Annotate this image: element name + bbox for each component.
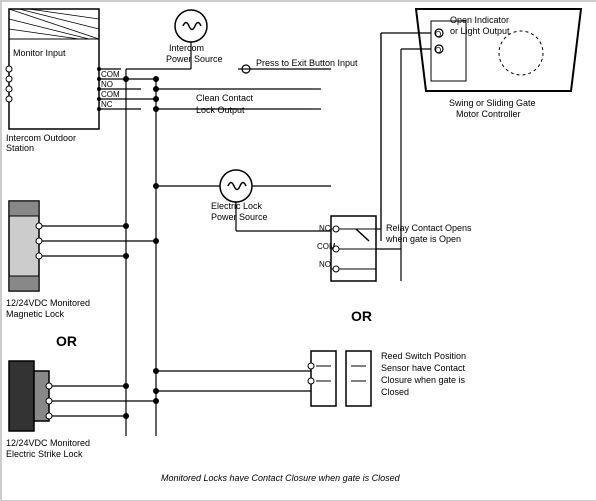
svg-text:Motor Controller: Motor Controller (456, 109, 521, 119)
svg-text:when gate is Open: when gate is Open (385, 234, 461, 244)
svg-text:NC: NC (101, 100, 113, 109)
svg-text:Electric Lock: Electric Lock (211, 201, 263, 211)
svg-text:Electric Strike Lock: Electric Strike Lock (6, 449, 83, 459)
svg-text:NC: NC (319, 224, 331, 233)
svg-text:Monitor Input: Monitor Input (13, 48, 66, 58)
svg-text:or Light Output: or Light Output (450, 26, 510, 36)
svg-text:OR: OR (56, 333, 77, 349)
svg-text:COM: COM (101, 70, 120, 79)
svg-text:12/24VDC Monitored: 12/24VDC Monitored (6, 298, 90, 308)
svg-text:Relay Contact Opens: Relay Contact Opens (386, 223, 472, 233)
svg-text:Swing or Sliding Gate: Swing or Sliding Gate (449, 98, 536, 108)
svg-text:Closed: Closed (381, 387, 409, 397)
svg-text:O: O (435, 30, 441, 39)
svg-text:Monitored Locks have Contact C: Monitored Locks have Contact Closure whe… (161, 473, 401, 483)
svg-text:Sensor have Contact: Sensor have Contact (381, 363, 466, 373)
svg-text:Intercom: Intercom (169, 43, 204, 53)
svg-text:COM: COM (101, 90, 120, 99)
svg-text:OR: OR (351, 308, 372, 324)
svg-text:Press to Exit Button Input: Press to Exit Button Input (256, 58, 358, 68)
svg-text:Open Indicator: Open Indicator (450, 15, 509, 25)
svg-text:Intercom Outdoor: Intercom Outdoor (6, 133, 76, 143)
svg-text:12/24VDC Monitored: 12/24VDC Monitored (6, 438, 90, 448)
svg-text:NO: NO (101, 80, 113, 89)
svg-text:Lock Output: Lock Output (196, 105, 245, 115)
svg-text:NO: NO (319, 260, 331, 269)
diagram-container: Monitor Input COM NO COM NC Intercom Out… (0, 0, 596, 500)
svg-text:Reed Switch Position: Reed Switch Position (381, 351, 466, 361)
svg-text:Power Source: Power Source (211, 212, 268, 222)
svg-text:Station: Station (6, 143, 34, 153)
svg-text:Clean Contact: Clean Contact (196, 93, 254, 103)
svg-text:Power Source: Power Source (166, 54, 223, 64)
svg-text:Closure when gate is: Closure when gate is (381, 375, 466, 385)
svg-text:Magnetic Lock: Magnetic Lock (6, 309, 65, 319)
svg-text:O: O (435, 46, 441, 55)
